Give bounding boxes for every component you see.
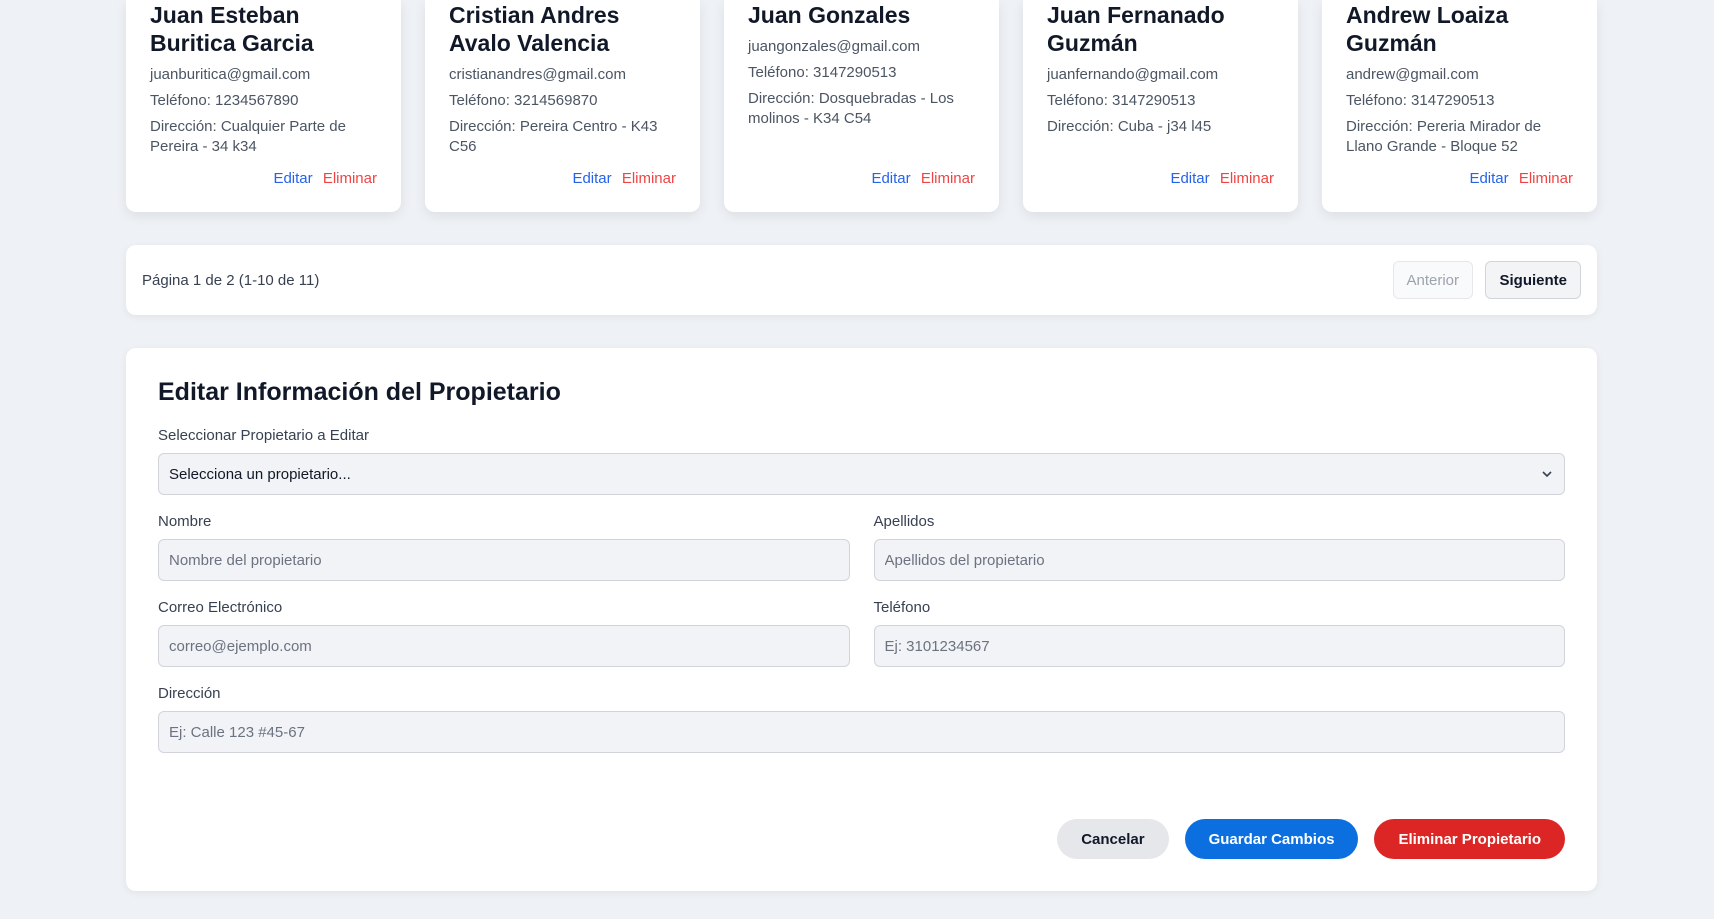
owner-address: Dirección: Cuba - j34 l45 xyxy=(1047,118,1212,135)
owner-card: Juan Esteban Buritica Garcia juanburitic… xyxy=(126,0,401,212)
delete-link[interactable]: Eliminar xyxy=(1519,170,1573,187)
owner-email: cristianandres@gmail.com xyxy=(449,66,626,83)
direccion-input[interactable] xyxy=(158,711,1565,753)
owner-address: Dirección: Dosquebradas - Los molinos - … xyxy=(748,90,954,127)
owner-address: Dirección: Cualquier Parte de Pereira - … xyxy=(150,118,346,155)
card-actions: Editar Eliminar xyxy=(865,170,975,187)
card-actions: Editar Eliminar xyxy=(566,170,676,187)
owner-address: Dirección: Pereria Mirador de Llano Gran… xyxy=(1346,118,1542,155)
owner-cards: Juan Esteban Buritica Garcia juanburitic… xyxy=(126,0,1597,212)
card-actions: Editar Eliminar xyxy=(267,170,377,187)
owner-address: Dirección: Pereira Centro - K43 C56 xyxy=(449,118,658,155)
nombre-input[interactable] xyxy=(158,539,850,581)
select-owner-dropdown[interactable]: Selecciona un propietario... xyxy=(158,453,1565,495)
chevron-down-icon xyxy=(1542,471,1552,478)
delete-link[interactable]: Eliminar xyxy=(323,170,377,187)
owner-name: Juan Gonzales xyxy=(748,2,911,28)
telefono-input[interactable] xyxy=(873,625,1565,667)
delete-link[interactable]: Eliminar xyxy=(1220,170,1274,187)
nombre-label: Nombre xyxy=(158,513,212,530)
owner-card: Juan Gonzales juangonzales@gmail.com Tel… xyxy=(724,0,999,212)
previous-page-button[interactable]: Anterior xyxy=(1392,261,1474,299)
delete-link[interactable]: Eliminar xyxy=(921,170,975,187)
owner-name: Juan Esteban Buritica Garcia xyxy=(150,2,314,56)
owner-email: andrew@gmail.com xyxy=(1346,66,1479,83)
pagination-info: Página 1 de 2 (1-10 de 11) xyxy=(142,271,320,289)
owner-card: Andrew Loaiza Guzmán andrew@gmail.com Te… xyxy=(1322,0,1597,212)
telefono-label: Teléfono xyxy=(873,599,931,616)
owner-card: Cristian Andres Avalo Valencia cristiana… xyxy=(425,0,700,212)
edit-owner-form: Editar Información del Propietario Selec… xyxy=(126,348,1597,891)
save-changes-button[interactable]: Guardar Cambios xyxy=(1184,819,1359,859)
card-actions: Editar Eliminar xyxy=(1463,170,1573,187)
edit-link[interactable]: Editar xyxy=(273,170,312,187)
owner-phone: Teléfono: 3214569870 xyxy=(449,92,598,109)
delete-owner-button[interactable]: Eliminar Propietario xyxy=(1374,819,1565,859)
owner-phone: Teléfono: 1234567890 xyxy=(150,92,299,109)
owner-name: Juan Fernanado Guzmán xyxy=(1047,2,1225,56)
select-owner-value: Selecciona un propietario... xyxy=(169,465,351,483)
owner-phone: Teléfono: 3147290513 xyxy=(748,64,897,81)
card-actions: Editar Eliminar xyxy=(1164,170,1274,187)
apellidos-input[interactable] xyxy=(873,539,1565,581)
form-title: Editar Información del Propietario xyxy=(158,378,561,406)
correo-label: Correo Electrónico xyxy=(158,599,283,616)
owner-phone: Teléfono: 3147290513 xyxy=(1047,92,1196,109)
direccion-label: Dirección xyxy=(158,685,221,702)
owner-name: Andrew Loaiza Guzmán xyxy=(1346,2,1509,56)
owner-email: juanfernando@gmail.com xyxy=(1047,66,1219,83)
correo-input[interactable] xyxy=(158,625,850,667)
owner-email: juangonzales@gmail.com xyxy=(748,38,920,55)
select-owner-label: Seleccionar Propietario a Editar xyxy=(158,427,369,444)
edit-link[interactable]: Editar xyxy=(1469,170,1508,187)
edit-link[interactable]: Editar xyxy=(871,170,910,187)
edit-link[interactable]: Editar xyxy=(1170,170,1209,187)
owner-name: Cristian Andres Avalo Valencia xyxy=(449,2,620,56)
owner-card: Juan Fernanado Guzmán juanfernando@gmail… xyxy=(1023,0,1298,212)
edit-link[interactable]: Editar xyxy=(572,170,611,187)
next-page-button[interactable]: Siguiente xyxy=(1485,261,1581,299)
cancel-button[interactable]: Cancelar xyxy=(1057,819,1169,859)
apellidos-label: Apellidos xyxy=(873,513,935,530)
delete-link[interactable]: Eliminar xyxy=(622,170,676,187)
owner-email: juanburitica@gmail.com xyxy=(150,66,311,83)
pagination-bar: Página 1 de 2 (1-10 de 11) Anterior Sigu… xyxy=(126,245,1597,315)
owner-phone: Teléfono: 3147290513 xyxy=(1346,92,1495,109)
